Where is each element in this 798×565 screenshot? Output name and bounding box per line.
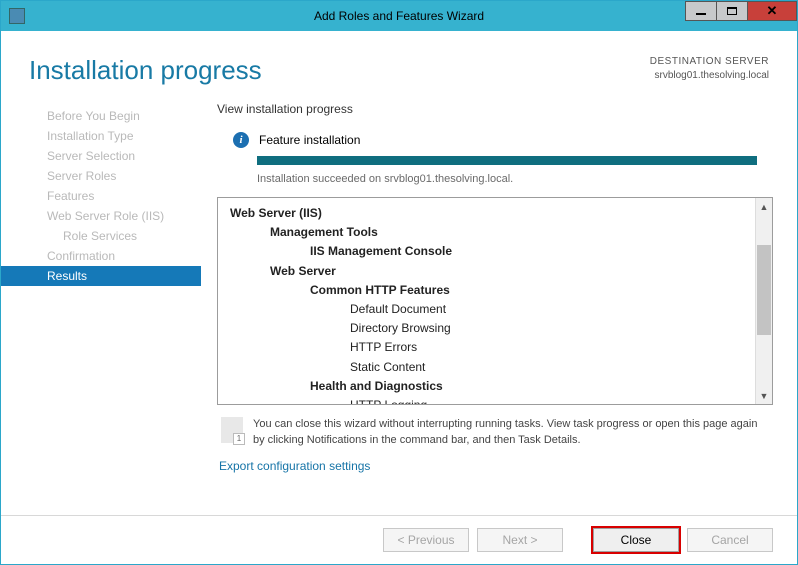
progress-bar [257,156,757,165]
scroll-thumb[interactable] [757,245,771,335]
minimize-button[interactable] [685,1,717,21]
scroll-track[interactable] [756,215,772,387]
previous-button: < Previous [383,528,469,552]
destination-label: DESTINATION SERVER [650,55,769,69]
destination-info: DESTINATION SERVER srvblog01.thesolving.… [650,55,769,83]
window-controls: ✕ [686,1,797,21]
next-button: Next > [477,528,563,552]
tree-node: Health and Diagnostics [230,377,755,396]
sidebar-item-results[interactable]: Results [1,266,201,286]
tip-row: You can close this wizard without interr… [217,415,773,459]
tree-node: Common HTTP Features [230,281,755,300]
sidebar-item-before-you-begin: Before You Begin [1,106,201,126]
scroll-up-button[interactable]: ▲ [756,198,772,215]
wizard-window: Add Roles and Features Wizard ✕ Installa… [0,0,798,565]
sidebar: Before You BeginInstallation TypeServer … [1,102,201,515]
window-close-button[interactable]: ✕ [747,1,797,21]
tree-node: Management Tools [230,223,755,242]
main-panel: View installation progress i Feature ins… [201,102,797,515]
tree-node: HTTP Logging [230,396,755,404]
sidebar-item-confirmation: Confirmation [1,246,201,266]
cancel-button: Cancel [687,528,773,552]
subheading: View installation progress [217,102,773,116]
tree-node: Directory Browsing [230,319,755,338]
export-link[interactable]: Export configuration settings [217,459,773,473]
tip-text: You can close this wizard without interr… [253,417,769,449]
scrollbar[interactable]: ▲ ▼ [755,198,772,404]
maximize-button[interactable] [716,1,748,21]
status-row: i Feature installation [217,132,773,148]
sidebar-item-server-selection: Server Selection [1,146,201,166]
tree-node: IIS Management Console [230,242,755,261]
titlebar[interactable]: Add Roles and Features Wizard ✕ [1,1,797,31]
body: Before You BeginInstallation TypeServer … [1,102,797,515]
tree-node: Default Document [230,300,755,319]
tree-node: Static Content [230,358,755,377]
sidebar-item-role-services: Role Services [1,226,201,246]
window-title: Add Roles and Features Wizard [1,9,797,23]
scroll-down-button[interactable]: ▼ [756,387,772,404]
footer: < Previous Next > Close Cancel [1,515,797,564]
info-icon: i [233,132,249,148]
feature-tree: Web Server (IIS)Management ToolsIIS Mana… [217,197,773,405]
close-button[interactable]: Close [593,528,679,552]
flag-icon [221,417,243,443]
app-icon [9,8,25,24]
header: Installation progress DESTINATION SERVER… [1,31,797,102]
sidebar-item-features: Features [1,186,201,206]
tree-node: Web Server [230,262,755,281]
sidebar-item-web-server-role-iis-: Web Server Role (IIS) [1,206,201,226]
status-title: Feature installation [259,133,360,147]
page-title: Installation progress [29,55,262,86]
sidebar-item-installation-type: Installation Type [1,126,201,146]
status-text: Installation succeeded on srvblog01.thes… [257,173,773,185]
tree-node: HTTP Errors [230,338,755,357]
destination-server: srvblog01.thesolving.local [650,69,769,83]
tree-node: Web Server (IIS) [230,204,755,223]
sidebar-item-server-roles: Server Roles [1,166,201,186]
feature-tree-content[interactable]: Web Server (IIS)Management ToolsIIS Mana… [218,198,755,404]
